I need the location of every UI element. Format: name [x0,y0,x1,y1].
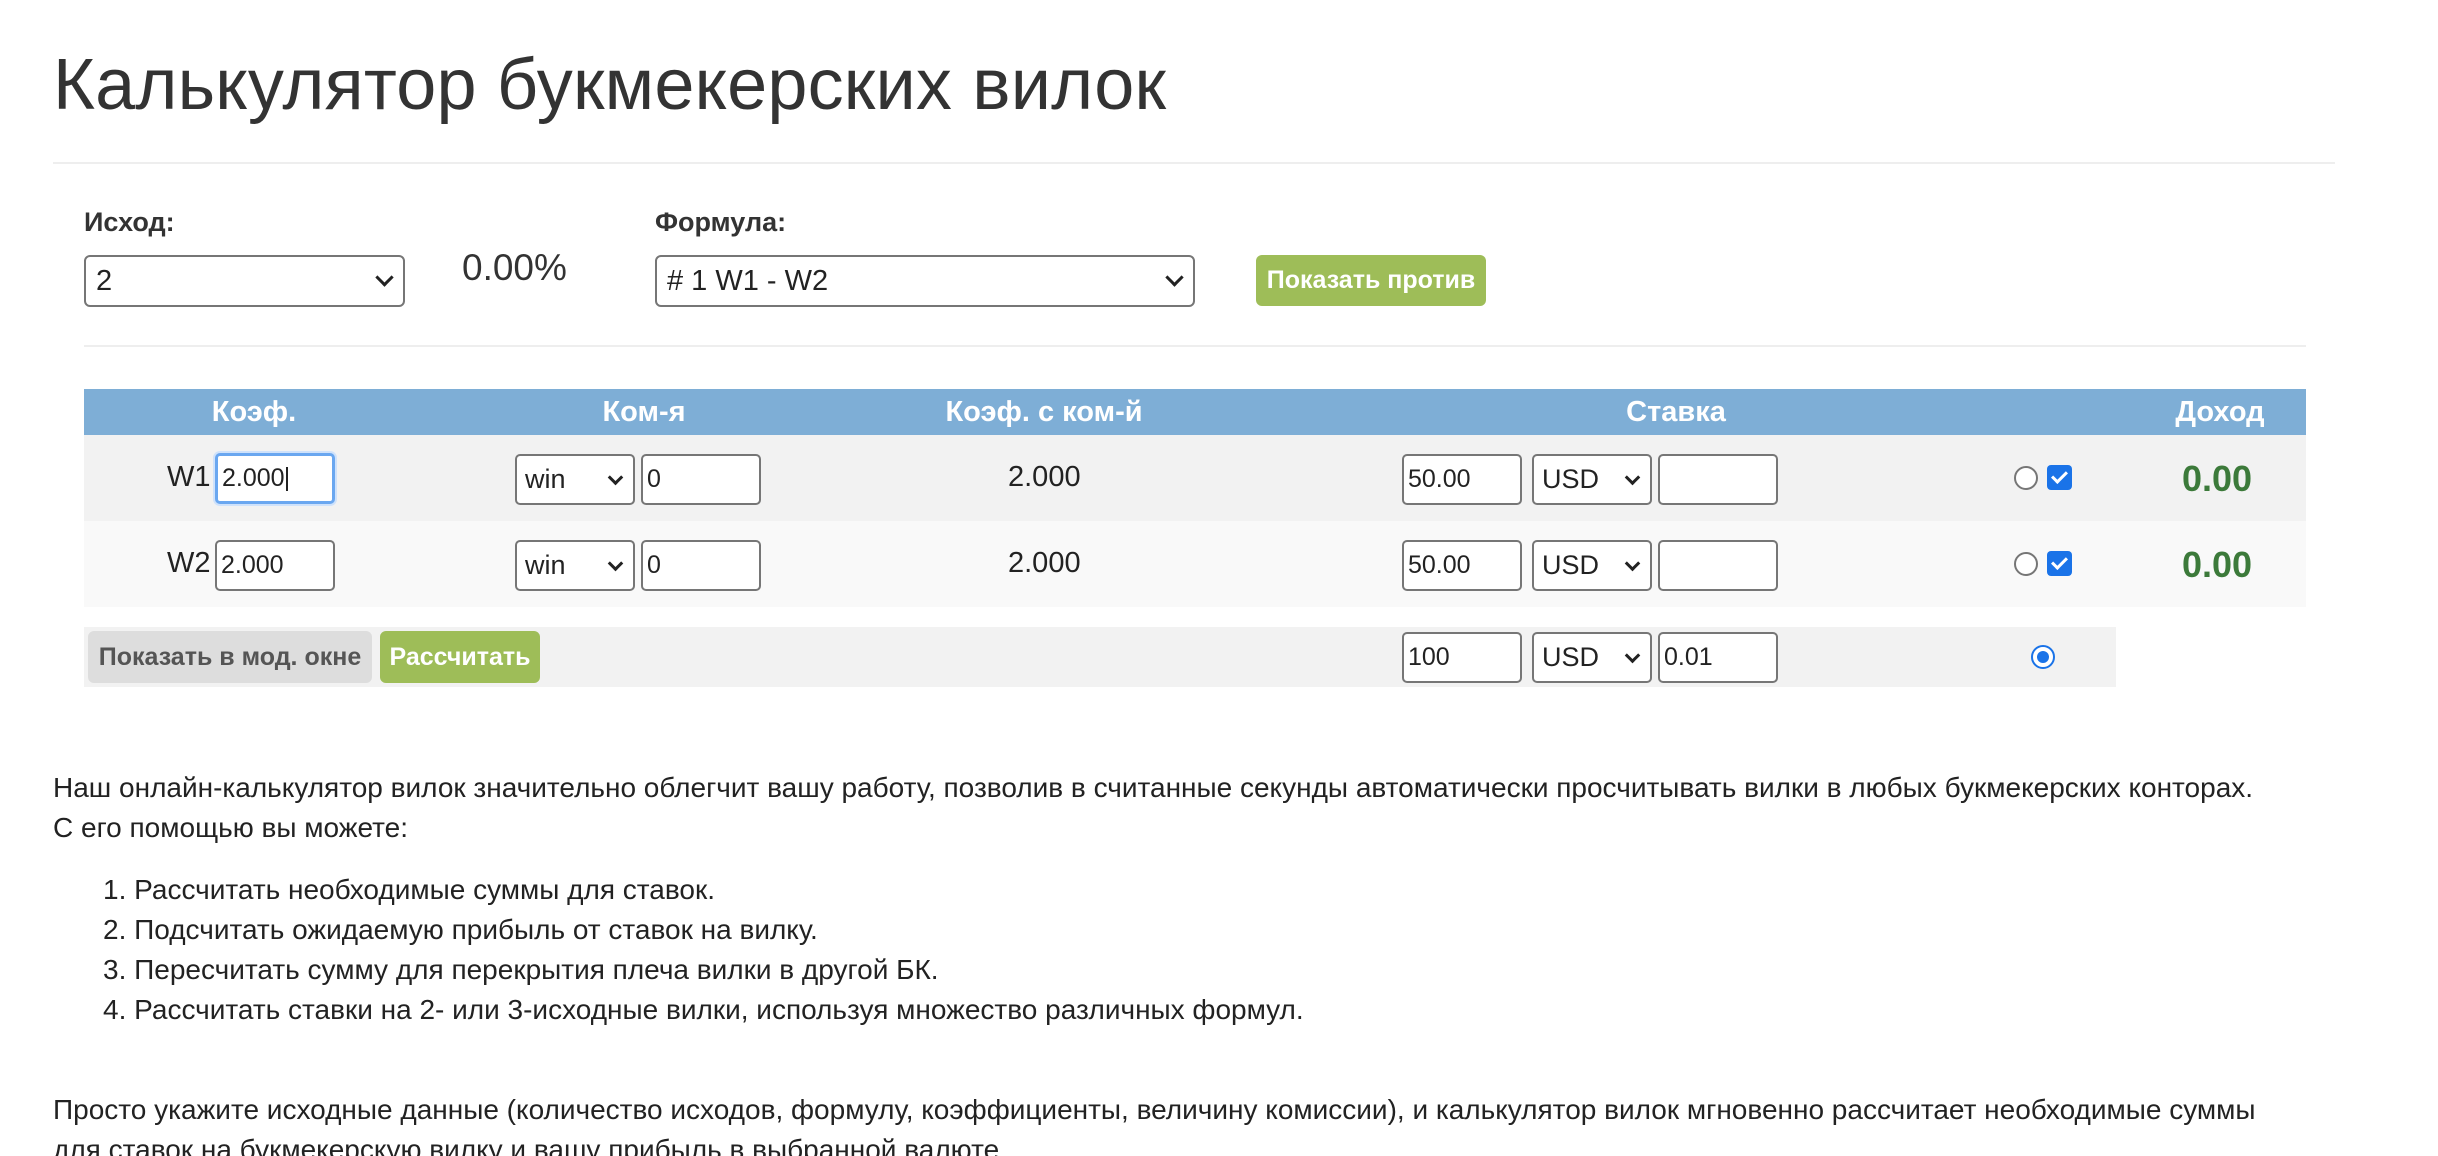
coef-input-w1-value: 2.000 [222,464,285,492]
feature-list: 1. Рассчитать необходимые суммы для став… [103,870,1304,1030]
formula-label: Формула: [655,207,787,237]
income-value-w2: 0.00 [2182,544,2253,585]
commission-type-value: win [525,464,566,494]
total-stake-value: 100 [1408,643,1450,671]
table-row: W1 2.000 win 0 2.000 50.00 USD 0.00 [84,435,2306,521]
commission-type-select-w2[interactable]: win [515,540,635,591]
list-item: 4. Рассчитать ставки на 2- или 3-исходны… [103,994,1304,1025]
intro-paragraph-line1: Наш онлайн-калькулятор вилок значительно… [53,772,2254,803]
outro-paragraph-line1: Просто укажите исходные данные (количест… [53,1094,2256,1125]
show-against-button[interactable]: Показать против [1256,255,1486,306]
table-row: W2 2.000 win 0 2.000 50.00 USD 0.00 [84,521,2306,607]
coef-input-w2[interactable]: 2.000 [215,540,335,591]
table-header: Коэф. Ком-я Коэф. с ком-й Ставка Доход [84,389,2306,435]
currency-value: USD [1542,642,1600,672]
outcome-select[interactable]: 2 [84,255,405,307]
outcome-label-w2: W2 [167,547,211,579]
show-modal-button[interactable]: Показать в мод. окне [88,631,372,683]
coef-input-w2-value: 2.000 [221,551,284,579]
chevron-down-icon [375,268,394,287]
chevron-down-icon [607,555,624,571]
formula-select[interactable]: # 1 W1 - W2 [655,255,1195,307]
commission-input-value: 0 [647,551,661,579]
controls-divider [84,345,2306,347]
extra-input-w1[interactable] [1658,454,1778,505]
commission-input-w2[interactable]: 0 [641,540,761,591]
chevron-down-icon [1624,469,1641,485]
rounding-input[interactable]: 0.01 [1658,632,1778,683]
outro-paragraph-line2: для ставок на букмекерскую вилку и вашу … [53,1134,1007,1156]
commission-type-value: win [525,550,566,580]
income-value-w1: 0.00 [2182,458,2253,499]
page-title: Калькулятор букмекерских вилок [53,45,1167,125]
currency-value: USD [1542,550,1600,580]
text-caret [285,466,288,491]
stake-input-value: 50.00 [1408,551,1471,579]
calculate-button[interactable]: Рассчитать [380,631,540,683]
commission-input-w1[interactable]: 0 [641,454,761,505]
extra-input-w2[interactable] [1658,540,1778,591]
commission-type-select-w1[interactable]: win [515,454,635,505]
stake-input-value: 50.00 [1408,465,1471,493]
chevron-down-icon [607,469,624,485]
currency-select-w1[interactable]: USD [1532,454,1652,505]
fix-total-radio[interactable] [2031,645,2055,669]
fix-stake-radio-w1[interactable] [2014,466,2038,490]
list-item: 1. Рассчитать необходимые суммы для став… [103,874,716,905]
chevron-down-icon [1165,268,1184,287]
header-coef-with-commission: Коэф. с ком-й [945,396,1143,428]
chevron-down-icon [1624,647,1641,663]
fix-stake-radio-w2[interactable] [2014,552,2038,576]
chevron-down-icon [1624,555,1641,571]
outcome-select-value: 2 [96,264,113,297]
commission-input-value: 0 [647,465,661,493]
total-stake-input[interactable]: 100 [1402,632,1522,683]
coef-with-commission-w1: 2.000 [1008,461,1081,493]
currency-value: USD [1542,464,1600,494]
total-currency-select[interactable]: USD [1532,632,1652,683]
header-income: Доход [2175,396,2265,428]
title-divider [53,162,2335,164]
include-checkbox-w1[interactable] [2047,465,2072,490]
formula-select-value: # 1 W1 - W2 [667,264,829,297]
coef-input-w1[interactable]: 2.000 [215,453,335,504]
header-stake: Ставка [1626,396,1726,428]
stake-input-w1[interactable]: 50.00 [1402,454,1522,505]
table-footer: Показать в мод. окне Рассчитать 100 USD … [84,627,2116,687]
list-item: 3. Пересчитать сумму для перекрытия плеч… [103,954,939,985]
currency-select-w2[interactable]: USD [1532,540,1652,591]
arbitrage-percent: 0.00% [462,247,567,288]
intro-paragraph-line2: С его помощью вы можете: [53,812,409,843]
list-item: 2. Подсчитать ожидаемую прибыль от ставо… [103,914,818,945]
header-coef: Коэф. [211,396,297,428]
include-checkbox-w2[interactable] [2047,551,2072,576]
coef-with-commission-w2: 2.000 [1008,547,1081,579]
header-commission: Ком-я [602,396,686,428]
stake-input-w2[interactable]: 50.00 [1402,540,1522,591]
outcome-label: Исход: [84,207,175,237]
rounding-value: 0.01 [1664,643,1713,671]
outcome-label-w1: W1 [167,461,211,493]
